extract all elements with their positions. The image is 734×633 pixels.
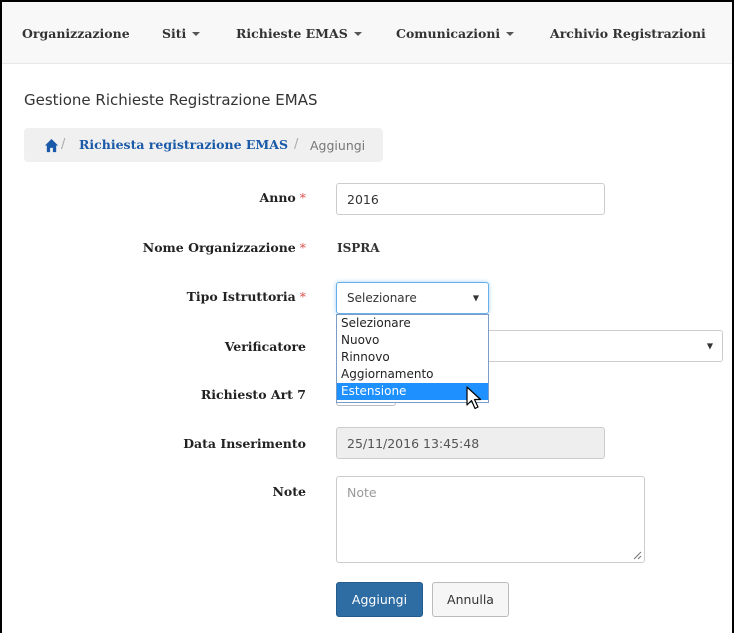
option-aggiornamento[interactable]: Aggiornamento (337, 366, 488, 383)
note-label: Note (272, 484, 307, 499)
mouse-cursor-icon (466, 386, 482, 410)
data-inserimento-input: 25/11/2016 13:45:48 (336, 427, 605, 459)
top-navbar: Organizzazione Siti Richieste EMAS Comun… (2, 2, 732, 64)
resize-handle-icon[interactable] (633, 551, 642, 560)
nav-item-organizzazione[interactable]: Organizzazione (22, 26, 130, 41)
breadcrumb-separator: / (61, 137, 66, 152)
home-icon[interactable] (44, 138, 59, 153)
annulla-button[interactable]: Annulla (432, 582, 509, 617)
tipo-istruttoria-label: Tipo Istruttoria * (186, 289, 306, 304)
option-selezionare[interactable]: Selezionare (337, 315, 488, 332)
data-inserimento-label: Data Inserimento (183, 436, 306, 451)
option-rinnovo[interactable]: Rinnovo (337, 349, 488, 366)
required-marker: * (299, 240, 306, 255)
breadcrumb-current: Aggiungi (310, 138, 366, 153)
breadcrumb-separator: / (294, 137, 299, 152)
nav-item-richieste-emas[interactable]: Richieste EMAS (236, 26, 362, 41)
note-placeholder: Note (347, 485, 377, 500)
breadcrumb: / Richiesta registrazione EMAS / Aggiung… (24, 128, 383, 162)
required-marker: * (299, 190, 306, 205)
breadcrumb-link-richiesta[interactable]: Richiesta registrazione EMAS (79, 137, 288, 152)
tipo-istruttoria-select[interactable]: Selezionare ▼ (336, 282, 489, 314)
nav-item-siti[interactable]: Siti (162, 26, 201, 41)
anno-input[interactable]: 2016 (336, 183, 605, 215)
caret-down-icon (353, 31, 362, 36)
required-marker: * (299, 289, 306, 304)
aggiungi-button[interactable]: Aggiungi (336, 582, 423, 617)
caret-down-icon (506, 31, 515, 36)
dropdown-arrow-icon: ▼ (706, 341, 713, 351)
option-nuovo[interactable]: Nuovo (337, 332, 488, 349)
nome-organizzazione-value: ISPRA (337, 241, 380, 255)
nome-organizzazione-label: Nome Organizzazione * (142, 240, 306, 255)
richiesto-art7-label: Richiesto Art 7 (200, 387, 306, 402)
nav-item-archivio-registrazioni[interactable]: Archivio Registrazioni (550, 26, 706, 41)
page-title: Gestione Richieste Registrazione EMAS (24, 91, 318, 109)
anno-label: Anno * (259, 190, 306, 205)
nav-item-comunicazioni[interactable]: Comunicazioni (396, 26, 515, 41)
note-textarea[interactable]: Note (336, 476, 645, 563)
caret-down-icon (192, 31, 201, 36)
verificatore-label: Verificatore (224, 339, 306, 354)
dropdown-arrow-icon: ▼ (472, 293, 479, 303)
